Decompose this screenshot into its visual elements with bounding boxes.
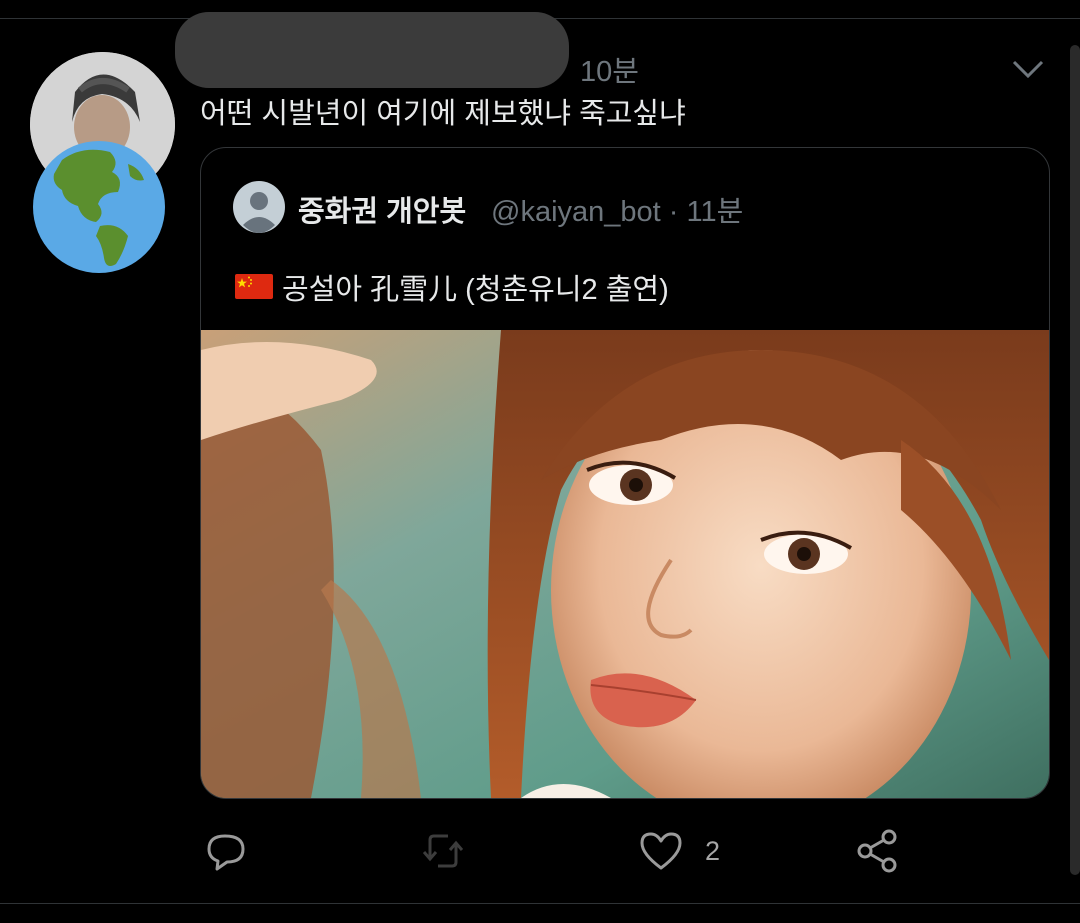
tweet-text: 어떤 시발년이 여기에 제보했냐 죽고싶냐 <box>200 98 686 130</box>
reply-button[interactable] <box>203 828 249 874</box>
quoted-tweet-text: 공설아 孔雪儿 (청춘유니2 출연) <box>282 274 669 306</box>
quoted-tweet-photo[interactable] <box>201 330 1049 798</box>
reply-icon <box>207 834 245 871</box>
quoted-handle-time: @kaiyan_bot · 11분 <box>491 196 744 228</box>
china-flag-icon <box>235 274 273 299</box>
quoted-tweet-card[interactable]: 중화권 개안봇 @kaiyan_bot · 11분 공설아 孔雪儿 (청춘유니2… <box>200 147 1050 799</box>
bottom-divider <box>0 903 1080 904</box>
scrollbar[interactable] <box>1070 45 1080 875</box>
username-redaction <box>175 12 569 88</box>
share-button[interactable] <box>855 828 901 874</box>
default-avatar-icon <box>233 181 285 233</box>
retweet-icon <box>422 834 464 868</box>
like-count: 2 <box>705 836 721 866</box>
heart-icon <box>640 832 682 870</box>
share-icon <box>857 829 897 873</box>
globe-icon <box>33 141 165 273</box>
tweet-time: 10분 <box>580 56 639 88</box>
quoted-display-name: 중화권 개안봇 <box>298 196 467 228</box>
chevron-down-icon[interactable] <box>1008 54 1048 84</box>
retweet-button[interactable] <box>420 828 466 874</box>
like-button[interactable] <box>638 828 684 874</box>
user-avatar[interactable] <box>30 52 175 273</box>
